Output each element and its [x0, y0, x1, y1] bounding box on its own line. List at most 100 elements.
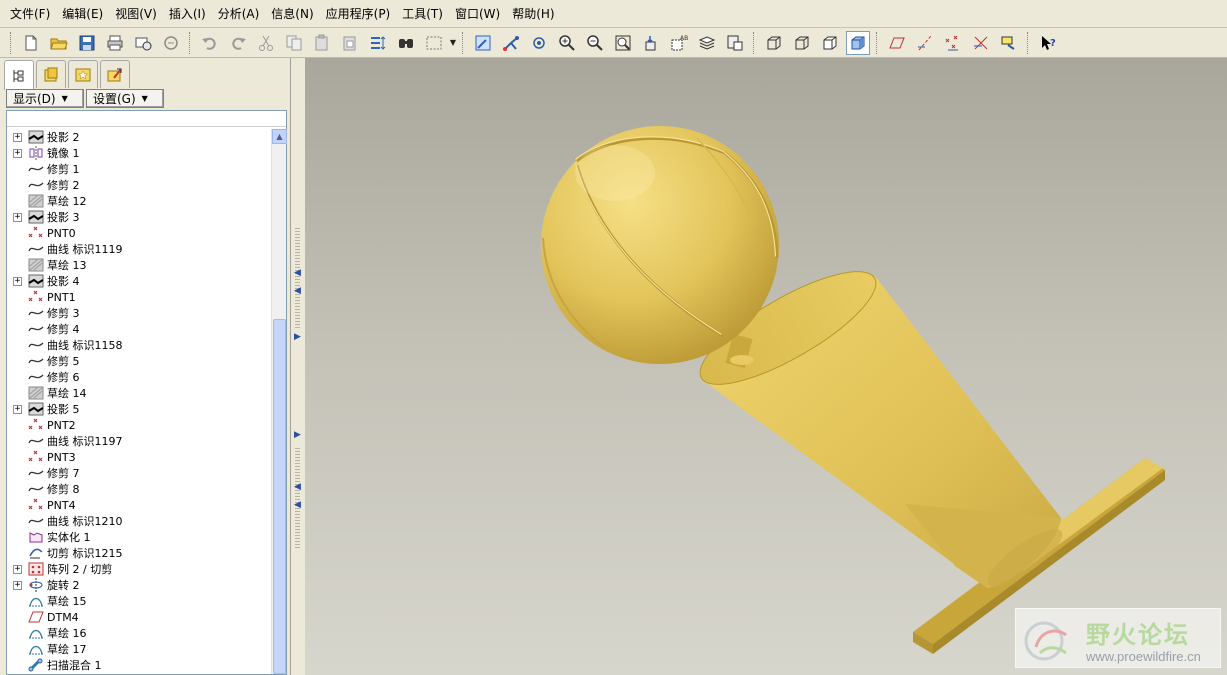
tree-node[interactable]: 修剪 6 [7, 369, 271, 385]
select-box-icon[interactable] [422, 31, 446, 55]
menu-item[interactable]: 信息(N) [265, 4, 319, 24]
tree-node[interactable]: DTM4 [7, 609, 271, 625]
settings-dropdown-button[interactable]: 设置(G) ▼ [86, 89, 164, 108]
tree-node[interactable]: PNT0 [7, 225, 271, 241]
trophy-model[interactable] [305, 58, 1227, 675]
copy-icon[interactable] [282, 31, 306, 55]
expand-icon[interactable]: + [13, 132, 22, 142]
tree-node[interactable]: + 投影 5 [7, 401, 271, 417]
save-icon[interactable] [75, 31, 99, 55]
datum-point-display-icon[interactable] [941, 31, 965, 55]
expand-icon[interactable]: + [13, 404, 22, 414]
tree-node[interactable]: 实体化 1 [7, 529, 271, 545]
tree-scrollbar[interactable]: ▲ [271, 129, 287, 674]
datum-plane-display-icon[interactable] [885, 31, 909, 55]
tree-node[interactable]: 修剪 5 [7, 353, 271, 369]
expand-icon[interactable]: + [13, 148, 22, 158]
repaint-icon[interactable] [471, 31, 495, 55]
select-dropdown-icon[interactable]: ▼ [448, 31, 458, 55]
zoom-out-icon[interactable] [583, 31, 607, 55]
tree-node[interactable]: + 投影 3 [7, 209, 271, 225]
tree-node[interactable]: PNT2 [7, 417, 271, 433]
menu-item[interactable]: 应用程序(P) [320, 4, 397, 24]
splitter-grip[interactable] [295, 228, 300, 328]
tree-node[interactable]: 修剪 2 [7, 177, 271, 193]
tree-node[interactable]: 修剪 4 [7, 321, 271, 337]
context-help-icon[interactable]: ? [1036, 31, 1060, 55]
orient-mode-icon[interactable] [527, 31, 551, 55]
tree-node[interactable]: 曲线 标识1197 [7, 433, 271, 449]
tree-node[interactable]: 修剪 8 [7, 481, 271, 497]
tree-node[interactable]: + 投影 2 [7, 129, 271, 145]
expand-icon[interactable]: + [13, 580, 22, 590]
tree-node[interactable]: 修剪 1 [7, 161, 271, 177]
shading-icon[interactable] [846, 30, 870, 55]
menu-item[interactable]: 编辑(E) [56, 4, 109, 24]
tree-node[interactable]: 曲线 标识1119 [7, 241, 271, 257]
datum-axis-display-icon[interactable] [913, 31, 937, 55]
saved-views-icon[interactable]: AB [667, 31, 691, 55]
tree-node[interactable]: PNT4 [7, 497, 271, 513]
send-link-icon[interactable] [159, 31, 183, 55]
wireframe-icon[interactable] [762, 31, 786, 55]
cut-icon[interactable] [254, 31, 278, 55]
tree-node[interactable]: + 投影 4 [7, 273, 271, 289]
tab-model-tree[interactable] [4, 60, 34, 90]
tree-node[interactable]: + 镜像 1 [7, 145, 271, 161]
open-folder-icon[interactable] [47, 31, 71, 55]
expand-icon[interactable]: + [13, 564, 22, 574]
expand-right-icon[interactable]: ▶ [294, 332, 301, 342]
tab-favorites[interactable] [68, 60, 98, 88]
tree-node[interactable]: 曲线 标识1210 [7, 513, 271, 529]
zoom-in-icon[interactable] [555, 31, 579, 55]
menu-item[interactable]: 帮助(H) [506, 4, 560, 24]
tree-node[interactable]: 扫描混合 1 [7, 657, 271, 673]
tree-node[interactable]: 草绘 12 [7, 193, 271, 209]
tree-node[interactable]: 曲线 标识1158 [7, 337, 271, 353]
tree-node[interactable]: 草绘 17 [7, 641, 271, 657]
collapse-left-icon[interactable]: ◀ [294, 268, 301, 278]
collapse-left-icon[interactable]: ◀ [294, 482, 301, 492]
coordinate-system-display-icon[interactable] [969, 31, 993, 55]
show-dropdown-button[interactable]: 显示(D) ▼ [6, 89, 84, 108]
regenerate-icon[interactable] [366, 31, 390, 55]
tree-node[interactable]: 切剪 标识1215 [7, 545, 271, 561]
expand-right-icon[interactable]: ▶ [294, 430, 301, 440]
reorient-icon[interactable] [639, 31, 663, 55]
redo-icon[interactable] [226, 31, 250, 55]
menu-item[interactable]: 工具(T) [396, 4, 449, 24]
annotation-display-icon[interactable] [997, 31, 1021, 55]
tree-node[interactable]: 草绘 13 [7, 257, 271, 273]
toolbar-grip[interactable] [10, 31, 13, 54]
menu-item[interactable]: 文件(F) [4, 4, 56, 24]
tree-node[interactable]: PNT1 [7, 289, 271, 305]
expand-icon[interactable]: + [13, 276, 22, 286]
scrollbar-thumb[interactable] [273, 319, 286, 674]
menu-item[interactable]: 插入(I) [163, 4, 212, 24]
splitter-grip[interactable] [295, 448, 300, 548]
tree-node[interactable]: + 阵列 2 / 切剪 [7, 561, 271, 577]
collapse-left-icon[interactable]: ◀ [294, 286, 301, 296]
tab-folder-browser[interactable] [36, 60, 66, 88]
undo-icon[interactable] [198, 31, 222, 55]
scroll-up-icon[interactable]: ▲ [272, 129, 287, 144]
no-hidden-icon[interactable] [818, 31, 842, 55]
tree-node[interactable]: + 旋转 2 [7, 577, 271, 593]
tab-connections[interactable] [100, 60, 130, 88]
spin-center-icon[interactable] [499, 31, 523, 55]
tree-node[interactable]: 草绘 14 [7, 385, 271, 401]
panel-splitter[interactable]: ◀ ◀ ▶ ▶ ◀ ◀ [291, 58, 305, 675]
tree-node[interactable]: 草绘 15 [7, 593, 271, 609]
tree-node[interactable]: 草绘 16 [7, 625, 271, 641]
layers-icon[interactable] [695, 31, 719, 55]
menu-item[interactable]: 视图(V) [109, 4, 163, 24]
tree-node[interactable]: 修剪 7 [7, 465, 271, 481]
find-icon[interactable] [394, 31, 418, 55]
graphics-window[interactable] [305, 58, 1227, 675]
paste-special-icon[interactable] [338, 31, 362, 55]
tree-node[interactable]: 修剪 3 [7, 305, 271, 321]
view-manager-icon[interactable] [723, 31, 747, 55]
paste-icon[interactable] [310, 31, 334, 55]
menu-item[interactable]: 分析(A) [212, 4, 266, 24]
refit-icon[interactable] [611, 31, 635, 55]
